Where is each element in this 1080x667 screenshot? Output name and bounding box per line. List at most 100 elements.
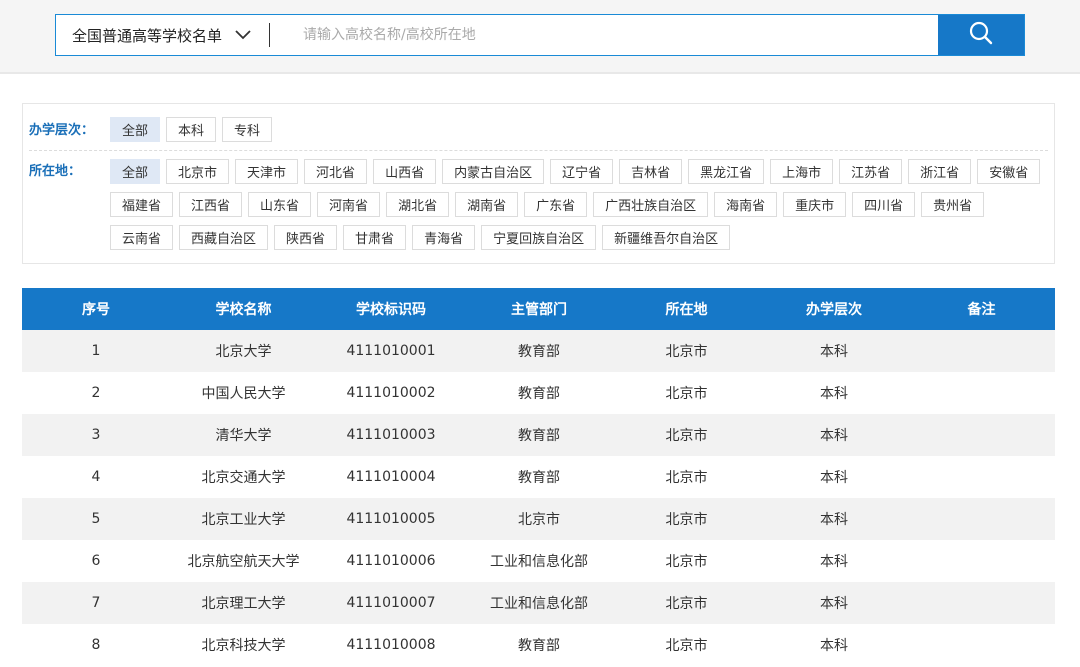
location-chip[interactable]: 宁夏回族自治区	[481, 225, 597, 250]
table-cell	[908, 330, 1055, 372]
location-chip[interactable]: 江苏省	[839, 159, 903, 184]
table-cell: 北京大学	[215, 344, 272, 360]
level-chip[interactable]: 全部	[110, 117, 161, 142]
table-header: 序号 学校名称 学校标识码 主管部门 所在地 办学层次 备注	[22, 288, 1055, 330]
location-chip[interactable]: 北京市	[166, 159, 230, 184]
table-cell: 4111010003	[346, 427, 436, 443]
table-cell: 本科	[820, 638, 848, 654]
table-cell: 北京市	[665, 596, 708, 612]
table-cell: 北京市	[518, 512, 560, 528]
table-cell: 教育部	[518, 386, 560, 402]
table-cell: 4111010007	[346, 595, 436, 611]
table-cell: 北京科技大学	[201, 638, 286, 654]
location-chip[interactable]: 天津市	[235, 159, 299, 184]
location-chip[interactable]: 甘肃省	[343, 225, 407, 250]
location-chip[interactable]: 安徽省	[977, 159, 1041, 184]
location-chip[interactable]: 山西省	[373, 159, 437, 184]
table-cell: 本科	[820, 512, 848, 528]
location-chip[interactable]: 河北省	[304, 159, 368, 184]
location-chip[interactable]: 浙江省	[908, 159, 972, 184]
table-row: 2 中国人民大学 4111010002 教育部 北京市 本科	[22, 372, 1055, 414]
table-cell: 北京航空航天大学	[187, 554, 300, 570]
location-chip[interactable]: 湖北省	[386, 192, 450, 217]
filter-divider	[29, 150, 1048, 151]
search-icon	[968, 20, 994, 50]
location-chip[interactable]: 河南省	[317, 192, 381, 217]
table-cell	[908, 624, 1055, 666]
column-header: 序号	[82, 302, 110, 318]
table-row: 3 清华大学 4111010003 教育部 北京市 本科	[22, 414, 1055, 456]
location-chip[interactable]: 内蒙古自治区	[442, 159, 545, 184]
table-cell: 4111010002	[346, 385, 436, 401]
table-cell: 工业和信息化部	[490, 596, 588, 612]
column-header: 学校标识码	[356, 302, 426, 318]
chevron-down-icon	[234, 26, 252, 44]
level-chip[interactable]: 专科	[222, 117, 273, 142]
table-cell	[908, 498, 1055, 540]
table-cell: 8	[91, 637, 101, 653]
location-chip[interactable]: 青海省	[412, 225, 476, 250]
location-chip[interactable]: 重庆市	[783, 192, 847, 217]
location-chip[interactable]: 黑龙江省	[688, 159, 765, 184]
location-chip[interactable]: 辽宁省	[550, 159, 614, 184]
table-cell: 5	[91, 511, 101, 527]
table-cell: 北京市	[665, 554, 708, 570]
table-cell: 本科	[820, 428, 848, 444]
table-row: 5 北京工业大学 4111010005 北京市 北京市 本科	[22, 498, 1055, 540]
top-search-bar: 全国普通高等学校名单	[0, 0, 1080, 74]
table-cell: 2	[91, 385, 101, 401]
school-table: 序号 学校名称 学校标识码 主管部门 所在地 办学层次 备注 1 北京大学 4111010001…	[22, 288, 1055, 666]
location-chip[interactable]: 江西省	[179, 192, 243, 217]
table-cell: 中国人民大学	[201, 386, 286, 402]
search-box: 全国普通高等学校名单	[55, 14, 1025, 56]
level-filter-label: 办学层次：	[29, 123, 95, 138]
table-cell: 4111010001	[346, 343, 436, 359]
table-body: 1 北京大学 4111010001 教育部 北京市 本科 2 中国人民大学 4111010002…	[22, 330, 1055, 666]
location-chip[interactable]: 湖南省	[455, 192, 519, 217]
location-chip[interactable]: 四川省	[852, 192, 916, 217]
column-header: 学校名称	[215, 302, 272, 318]
table-cell	[908, 414, 1055, 456]
search-input[interactable]	[270, 15, 938, 55]
level-chip[interactable]: 本科	[166, 117, 217, 142]
table-cell: 7	[91, 595, 101, 611]
table-cell: 教育部	[518, 428, 560, 444]
table-cell: 本科	[820, 344, 848, 360]
location-chip[interactable]: 陕西省	[274, 225, 338, 250]
location-chip[interactable]: 吉林省	[619, 159, 683, 184]
location-chip[interactable]: 西藏自治区	[179, 225, 269, 250]
table-cell	[908, 456, 1055, 498]
location-filter-label: 所在地：	[29, 164, 82, 179]
table-cell: 教育部	[518, 470, 560, 486]
location-chip[interactable]: 山东省	[248, 192, 312, 217]
table-cell: 4111010005	[346, 511, 436, 527]
location-chip[interactable]: 云南省	[110, 225, 174, 250]
table-cell: 北京市	[665, 344, 708, 360]
table-cell: 北京市	[665, 470, 708, 486]
filter-panel: 办学层次： 全部 本科 专科 所在地： 全部 北京市 天津市 河北省 山西省 内蒙古自治区 辽宁…	[22, 103, 1055, 264]
table-cell	[908, 582, 1055, 624]
table-cell	[908, 540, 1055, 582]
location-chip[interactable]: 福建省	[110, 192, 174, 217]
table-cell: 4111010004	[346, 469, 436, 485]
column-header: 所在地	[665, 302, 708, 318]
table-row: 4 北京交通大学 4111010004 教育部 北京市 本科	[22, 456, 1055, 498]
location-chip[interactable]: 广东省	[524, 192, 588, 217]
table-cell: 本科	[820, 554, 848, 570]
table-cell: 本科	[820, 470, 848, 486]
search-button[interactable]	[938, 15, 1024, 55]
location-chip[interactable]: 新疆维吾尔自治区	[602, 225, 731, 250]
table-cell: 3	[91, 427, 101, 443]
table-cell: 北京市	[665, 512, 708, 528]
table-cell: 本科	[820, 596, 848, 612]
location-chip[interactable]: 海南省	[714, 192, 778, 217]
location-chip[interactable]: 广西壮族自治区	[593, 192, 709, 217]
location-chip[interactable]: 贵州省	[921, 192, 985, 217]
scope-dropdown[interactable]: 全国普通高等学校名单	[56, 15, 269, 55]
table-cell: 教育部	[518, 344, 560, 360]
table-row: 1 北京大学 4111010001 教育部 北京市 本科	[22, 330, 1055, 372]
location-chip[interactable]: 上海市	[770, 159, 834, 184]
column-header: 备注	[967, 302, 996, 318]
table-cell: 教育部	[518, 638, 560, 654]
location-chip[interactable]: 全部	[110, 159, 161, 184]
